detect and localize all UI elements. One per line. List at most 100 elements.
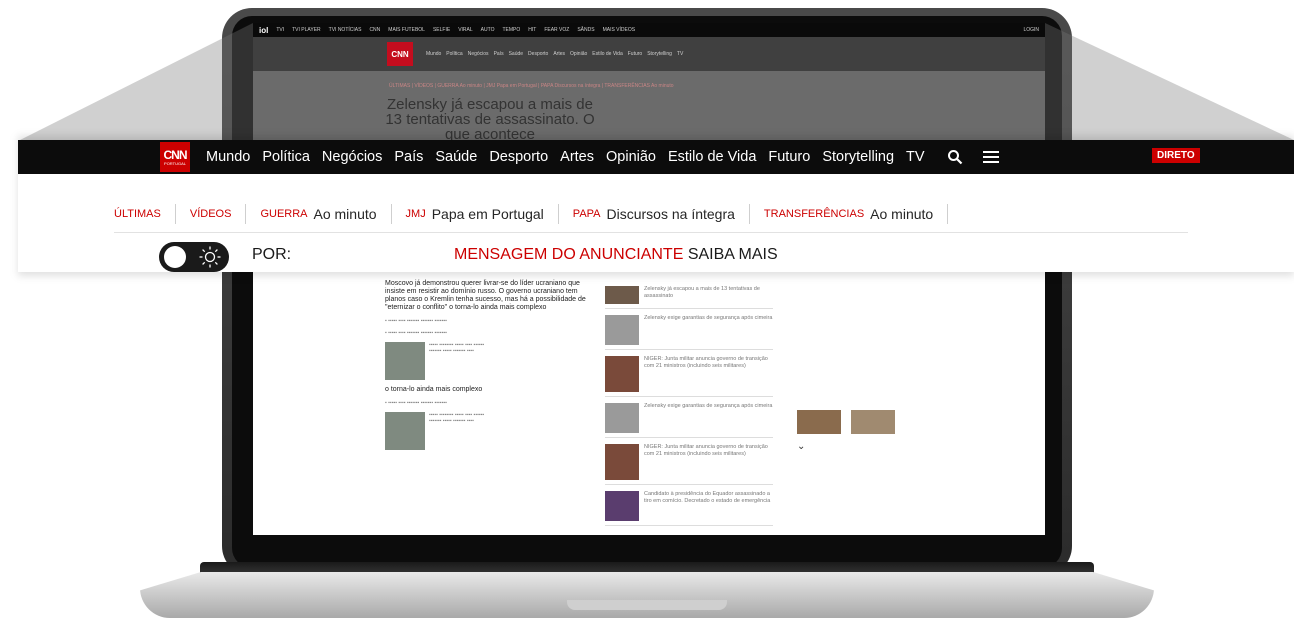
logo-text: CNN (163, 147, 188, 162)
laptop-screen: iol TVI TVI PLAYER TVI NOTÍCIAS CNN MAIS… (253, 23, 1045, 535)
bg-nav-item[interactable]: TV (677, 51, 683, 57)
bg-thumbnail (605, 286, 639, 304)
nav-item-desporto[interactable]: Desporto (489, 149, 548, 165)
nav-item-mundo[interactable]: Mundo (206, 149, 250, 165)
zoomed-header: CNN PORTUGAL Mundo Política Negócios Paí… (18, 140, 1294, 272)
nav-item-storytelling[interactable]: Storytelling (822, 149, 894, 165)
tag-value: Ao minuto (870, 206, 934, 222)
bg-side-text: Zelensky exige garantias de segurança ap… (644, 403, 773, 409)
theme-toggle[interactable] (159, 242, 229, 272)
byline-bar: POR: MENSAGEM DO ANUNCIANTE SAIBA MAIS (18, 238, 1294, 272)
nav-item-politica[interactable]: Política (262, 149, 310, 165)
bg-side-column: Zelensky já escapou a mais de 13 tentati… (605, 280, 773, 526)
bg-iol-logo[interactable]: iol (259, 26, 268, 35)
cnn-logo[interactable]: CNN PORTUGAL (160, 142, 190, 172)
bg-right-rail: ⌄ (797, 410, 905, 452)
nav-item-opiniao[interactable]: Opinião (606, 149, 656, 165)
bg-topbar-item[interactable]: MAIS FUTEBOL (388, 27, 425, 33)
bg-nav-item[interactable]: Artes (553, 51, 565, 57)
nav-item-negocios[interactable]: Negócios (322, 149, 382, 165)
bg-topbar-item[interactable]: TVI (276, 27, 284, 33)
advertiser-label: MENSAGEM DO ANUNCIANTE (454, 246, 684, 263)
bg-side-item[interactable]: Zelensky exige garantias de segurança ap… (605, 315, 773, 350)
tag-papa[interactable]: PAPA Discursos na íntegra (559, 204, 750, 224)
nav-item-saude[interactable]: Saúde (435, 149, 477, 165)
bg-right-image[interactable] (797, 410, 841, 434)
bg-topbar-item[interactable]: AUTO (481, 27, 495, 33)
bg-side-item[interactable]: NIGER: Junta militar anuncia governo de … (605, 356, 773, 397)
byline-label: POR: (252, 246, 292, 263)
topic-tags: ÚLTIMAS VÍDEOS GUERRA Ao minuto JMJ Papa… (18, 200, 1294, 228)
bg-topbar-item[interactable]: FEAR VOZ (544, 27, 569, 33)
bg-side-text: NIGER: Junta militar anuncia governo de … (644, 444, 768, 457)
chevron-down-icon[interactable]: ⌄ (797, 441, 905, 452)
bg-topbar-item[interactable]: SÂNDS (577, 27, 594, 33)
bg-nav-item[interactable]: Política (446, 51, 462, 57)
bg-nav-item[interactable]: Saúde (509, 51, 523, 57)
nav-item-pais[interactable]: País (394, 149, 423, 165)
bg-thumbnail (605, 356, 639, 392)
bg-cnn-logo[interactable]: CNN (387, 42, 413, 66)
bg-topbar-item[interactable]: VIRAL (458, 27, 472, 33)
bg-nav: CNN Mundo Política Negócios País Saúde D… (253, 37, 1045, 71)
menu-icon[interactable] (982, 150, 999, 164)
bg-tags-line: ÚLTIMAS | VÍDEOS | GUERRA Ao minuto | JM… (389, 83, 674, 89)
bg-nav-item[interactable]: Desporto (528, 51, 548, 57)
bg-topbar-item[interactable]: TEMPO (502, 27, 520, 33)
tag-ultimas[interactable]: ÚLTIMAS (114, 204, 176, 224)
bg-login-link[interactable]: LOGIN (1023, 27, 1039, 33)
bg-side-text: Candidato à presidência do Equador assas… (644, 491, 771, 504)
bg-topbar-item[interactable]: TVI PLAYER (292, 27, 321, 33)
bg-nav-item[interactable]: Opinião (570, 51, 587, 57)
bg-lead-text-2[interactable]: o torna-lo ainda mais complexo (385, 386, 599, 394)
learn-more-link[interactable]: SAIBA MAIS (688, 246, 778, 263)
bg-topbar-item[interactable]: TVI NOTÍCIAS (329, 27, 362, 33)
nav-item-artes[interactable]: Artes (560, 149, 594, 165)
bg-topbar-item[interactable]: MAIS VÍDEOS (603, 27, 636, 33)
tag-value: Ao minuto (313, 206, 377, 222)
search-icon[interactable] (947, 149, 963, 165)
tag-transferencias[interactable]: TRANSFERÊNCIAS Ao minuto (750, 204, 949, 224)
bg-nav-item[interactable]: Negócios (468, 51, 489, 57)
bg-side-item[interactable]: NIGER: Junta militar anuncia governo de … (605, 444, 773, 485)
laptop-base (140, 572, 1154, 618)
bg-right-image[interactable] (851, 410, 895, 434)
bg-bullet: ▪ ▪▪▪▪▪ ▪▪▪▪ ▪▪▪▪▪▪▪ ▪▪▪▪▪▪▪ ▪▪▪▪▪▪▪ (385, 318, 447, 324)
nav-item-estilo-de-vida[interactable]: Estilo de Vida (668, 149, 756, 165)
nav-item-tv[interactable]: TV (906, 149, 925, 165)
tag-videos[interactable]: VÍDEOS (176, 204, 247, 224)
tag-key: GUERRA (260, 208, 308, 220)
bg-side-item[interactable]: Candidato à presidência do Equador assas… (605, 491, 773, 526)
bg-bullet: ▪ ▪▪▪▪▪ ▪▪▪▪ ▪▪▪▪▪▪▪ ▪▪▪▪▪▪▪ ▪▪▪▪▪▪▪ (385, 400, 447, 406)
bg-topbar-item[interactable]: HIT (528, 27, 536, 33)
bg-side-item[interactable]: Zelensky já escapou a mais de 13 tentati… (605, 286, 773, 309)
bg-lead-text[interactable]: Moscovo já demonstrou querer livrar-se d… (385, 280, 599, 312)
topic-tags-inner: ÚLTIMAS VÍDEOS GUERRA Ao minuto JMJ Papa… (114, 204, 949, 224)
main-nav: CNN PORTUGAL Mundo Política Negócios Paí… (18, 140, 1294, 174)
tag-key: TRANSFERÊNCIAS (763, 208, 865, 220)
tag-value: Papa em Portugal (431, 206, 544, 222)
bg-topbar-item[interactable]: SELFIE (433, 27, 450, 33)
bg-nav-item[interactable]: País (494, 51, 504, 57)
bg-nav-item[interactable]: Mundo (426, 51, 441, 57)
bg-topbar-item[interactable]: CNN (369, 27, 380, 33)
bg-story-row: ▪▪▪▪▪ ▪▪▪▪▪▪▪▪ ▪▪▪▪▪ ▪▪▪▪ ▪▪▪▪▪▪ ▪▪▪▪▪▪▪ … (385, 412, 599, 450)
tag-guerra[interactable]: GUERRA Ao minuto (246, 204, 392, 224)
bg-story-text: ▪▪▪▪▪ ▪▪▪▪▪▪▪▪ ▪▪▪▪▪ ▪▪▪▪ ▪▪▪▪▪▪ ▪▪▪▪▪▪▪ … (429, 412, 485, 424)
bg-story-text: ▪▪▪▪▪ ▪▪▪▪▪▪▪▪ ▪▪▪▪▪ ▪▪▪▪ ▪▪▪▪▪▪ ▪▪▪▪▪▪▪ … (429, 342, 485, 354)
bg-side-text: Zelensky já escapou a mais de 13 tentati… (644, 286, 760, 299)
bg-nav-item[interactable]: Futuro (628, 51, 642, 57)
logo-subtext: PORTUGAL (164, 160, 186, 166)
live-button[interactable]: DIRETO (1152, 148, 1200, 163)
bg-side-item[interactable]: Zelensky exige garantias de segurança ap… (605, 403, 773, 438)
sun-icon (198, 245, 222, 272)
bg-thumbnail[interactable] (385, 412, 425, 450)
tag-jmj[interactable]: JMJ Papa em Portugal (392, 204, 559, 224)
bg-thumbnail (605, 315, 639, 345)
bg-thumbnail[interactable] (385, 342, 425, 380)
bg-nav-item[interactable]: Estilo de Vida (592, 51, 622, 57)
bg-thumbnail (605, 444, 639, 480)
laptop-notch (567, 600, 727, 610)
bg-nav-item[interactable]: Storytelling (647, 51, 672, 57)
nav-item-futuro[interactable]: Futuro (768, 149, 810, 165)
